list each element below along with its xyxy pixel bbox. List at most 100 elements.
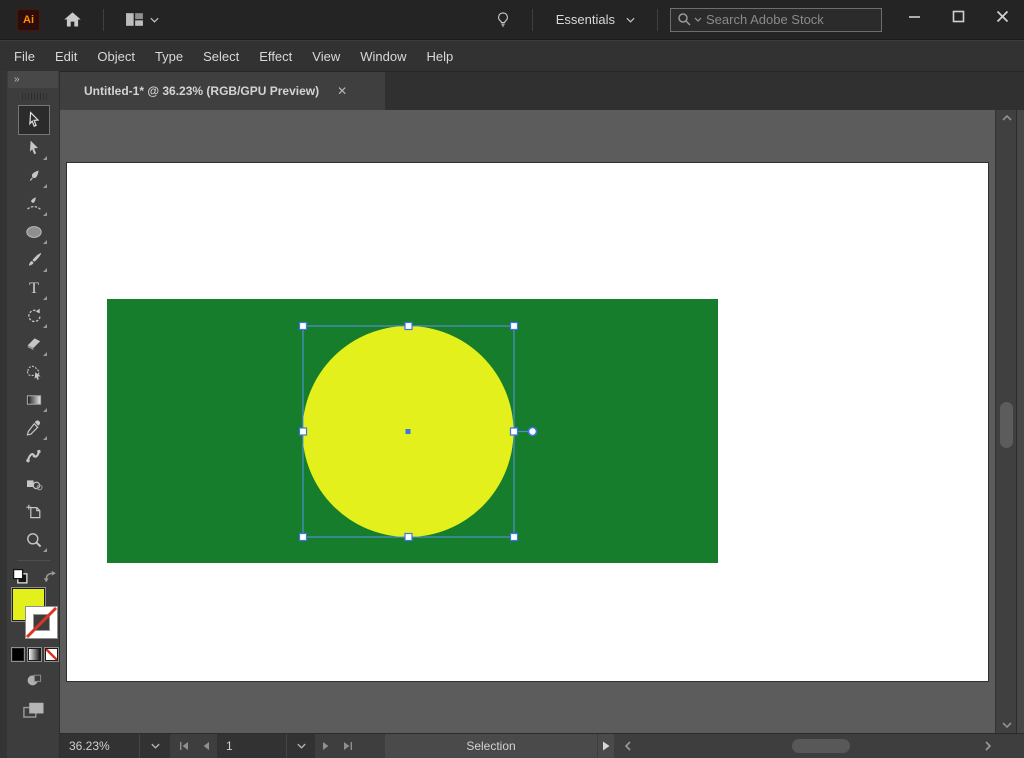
selection-handle-s[interactable] (405, 534, 412, 541)
gradient-button[interactable] (28, 648, 41, 661)
chevron-down-icon[interactable] (694, 16, 702, 23)
stroke-color-swatch[interactable] (25, 606, 58, 639)
menu-object[interactable]: Object (97, 49, 135, 64)
selection-handle-sw[interactable] (300, 534, 307, 541)
selection-tool[interactable] (19, 106, 49, 134)
artboard-dropdown[interactable] (287, 734, 315, 758)
menu-effect[interactable]: Effect (259, 49, 292, 64)
document-tab[interactable]: Untitled-1* @ 36.23% (RGB/GPU Preview) ✕ (60, 72, 385, 110)
eyedropper-tool[interactable] (19, 414, 49, 442)
tab-close-icon[interactable]: ✕ (337, 84, 347, 98)
first-artboard-button[interactable] (173, 734, 195, 758)
shape-builder-tool[interactable] (19, 358, 49, 386)
search-input[interactable] (706, 12, 866, 27)
maximize-button[interactable] (936, 0, 980, 32)
paintbrush-tool[interactable] (19, 246, 49, 274)
zoom-level-value: 36.23% (69, 739, 110, 753)
artboard-number-value: 1 (226, 739, 233, 753)
adobe-stock-search[interactable] (670, 8, 882, 32)
app-logo: Ai (17, 9, 40, 31)
gradient-tool[interactable] (19, 386, 49, 414)
type-icon: T (25, 279, 43, 297)
magnifier-icon (25, 531, 43, 549)
curvature-pen-icon (25, 195, 43, 213)
panel-dock-edge (1016, 110, 1024, 758)
minimize-button[interactable] (892, 0, 936, 32)
home-button[interactable] (54, 6, 91, 34)
rotate-widget-handle[interactable] (529, 428, 537, 436)
puppet-warp-tool[interactable] (19, 442, 49, 470)
default-fill-stroke-button[interactable] (12, 568, 29, 585)
selection-handle-se[interactable] (511, 534, 518, 541)
arrange-documents-icon (125, 12, 144, 27)
blend-icon (25, 475, 43, 493)
vertical-scrollbar-thumb[interactable] (1000, 402, 1013, 448)
ellipse-icon (25, 223, 43, 241)
menu-window[interactable]: Window (360, 49, 406, 64)
pen-tool[interactable] (19, 162, 49, 190)
ellipse-tool[interactable] (19, 218, 49, 246)
toolbar-grip-handle[interactable] (22, 93, 48, 100)
toolbar-divider (17, 560, 51, 561)
scroll-up-icon[interactable] (996, 110, 1017, 126)
selection-handle-w[interactable] (300, 428, 307, 435)
scroll-right-icon[interactable] (980, 734, 996, 758)
menu-edit[interactable]: Edit (55, 49, 77, 64)
curvature-tool[interactable] (19, 190, 49, 218)
swap-fill-stroke-button[interactable] (42, 568, 58, 584)
gradient-icon (25, 391, 43, 409)
shape-builder-icon (25, 363, 43, 381)
drawing-modes-button[interactable] (24, 671, 44, 689)
artboard-number-field[interactable]: 1 (217, 734, 287, 758)
horizontal-scrollbar-thumb[interactable] (792, 739, 850, 753)
pen-nib-icon (25, 167, 43, 185)
status-bar: 36.23% 1 Selection (60, 733, 1024, 758)
next-artboard-button[interactable] (315, 734, 337, 758)
blend-tool[interactable] (19, 470, 49, 498)
rotate-arrow-icon (25, 307, 43, 325)
screen-mode-button[interactable] (22, 701, 46, 720)
menu-type[interactable]: Type (155, 49, 183, 64)
type-tool[interactable]: T (19, 274, 49, 302)
artwork-layer (60, 110, 995, 733)
status-display[interactable]: Selection (385, 734, 597, 758)
rotate-tool[interactable] (19, 302, 49, 330)
horizontal-scrollbar[interactable] (620, 734, 1024, 758)
selection-handle-n[interactable] (405, 323, 412, 330)
fill-stroke-control (9, 588, 59, 642)
previous-artboard-button[interactable] (195, 734, 217, 758)
home-icon (63, 11, 82, 28)
none-button[interactable] (45, 648, 58, 661)
menu-select[interactable]: Select (203, 49, 239, 64)
close-button[interactable] (980, 0, 1024, 32)
artboard-tool[interactable] (19, 498, 49, 526)
color-button[interactable] (12, 648, 25, 661)
menu-help[interactable]: Help (426, 49, 453, 64)
eyedropper-icon (25, 419, 43, 437)
scroll-left-icon[interactable] (620, 734, 636, 758)
discover-button[interactable] (486, 6, 520, 34)
eraser-tool[interactable] (19, 330, 49, 358)
zoom-tool[interactable] (19, 526, 49, 554)
titlebar-separator (657, 9, 658, 31)
direct-selection-tool[interactable] (19, 134, 49, 162)
zoom-level-field[interactable]: 36.23% (60, 734, 140, 758)
arrange-documents-button[interactable] (116, 6, 169, 34)
selection-handle-e[interactable] (511, 428, 518, 435)
menu-file[interactable]: File (14, 49, 35, 64)
selection-handle-nw[interactable] (300, 323, 307, 330)
selection-center-point[interactable] (406, 429, 411, 434)
menu-bar: File Edit Object Type Select Effect View… (0, 41, 1024, 71)
titlebar-separator (103, 9, 104, 31)
status-options-button[interactable] (597, 734, 614, 758)
scroll-down-icon[interactable] (996, 717, 1017, 733)
selection-handle-ne[interactable] (511, 323, 518, 330)
workspace-switcher[interactable]: Essentials (545, 6, 645, 34)
zoom-level-dropdown[interactable] (140, 734, 170, 758)
svg-text:T: T (29, 280, 39, 297)
menu-view[interactable]: View (312, 49, 340, 64)
canvas-area[interactable] (60, 110, 995, 733)
last-artboard-button[interactable] (337, 734, 359, 758)
toolbar-expand-button[interactable]: » (8, 71, 58, 88)
vertical-scrollbar[interactable] (995, 110, 1016, 733)
